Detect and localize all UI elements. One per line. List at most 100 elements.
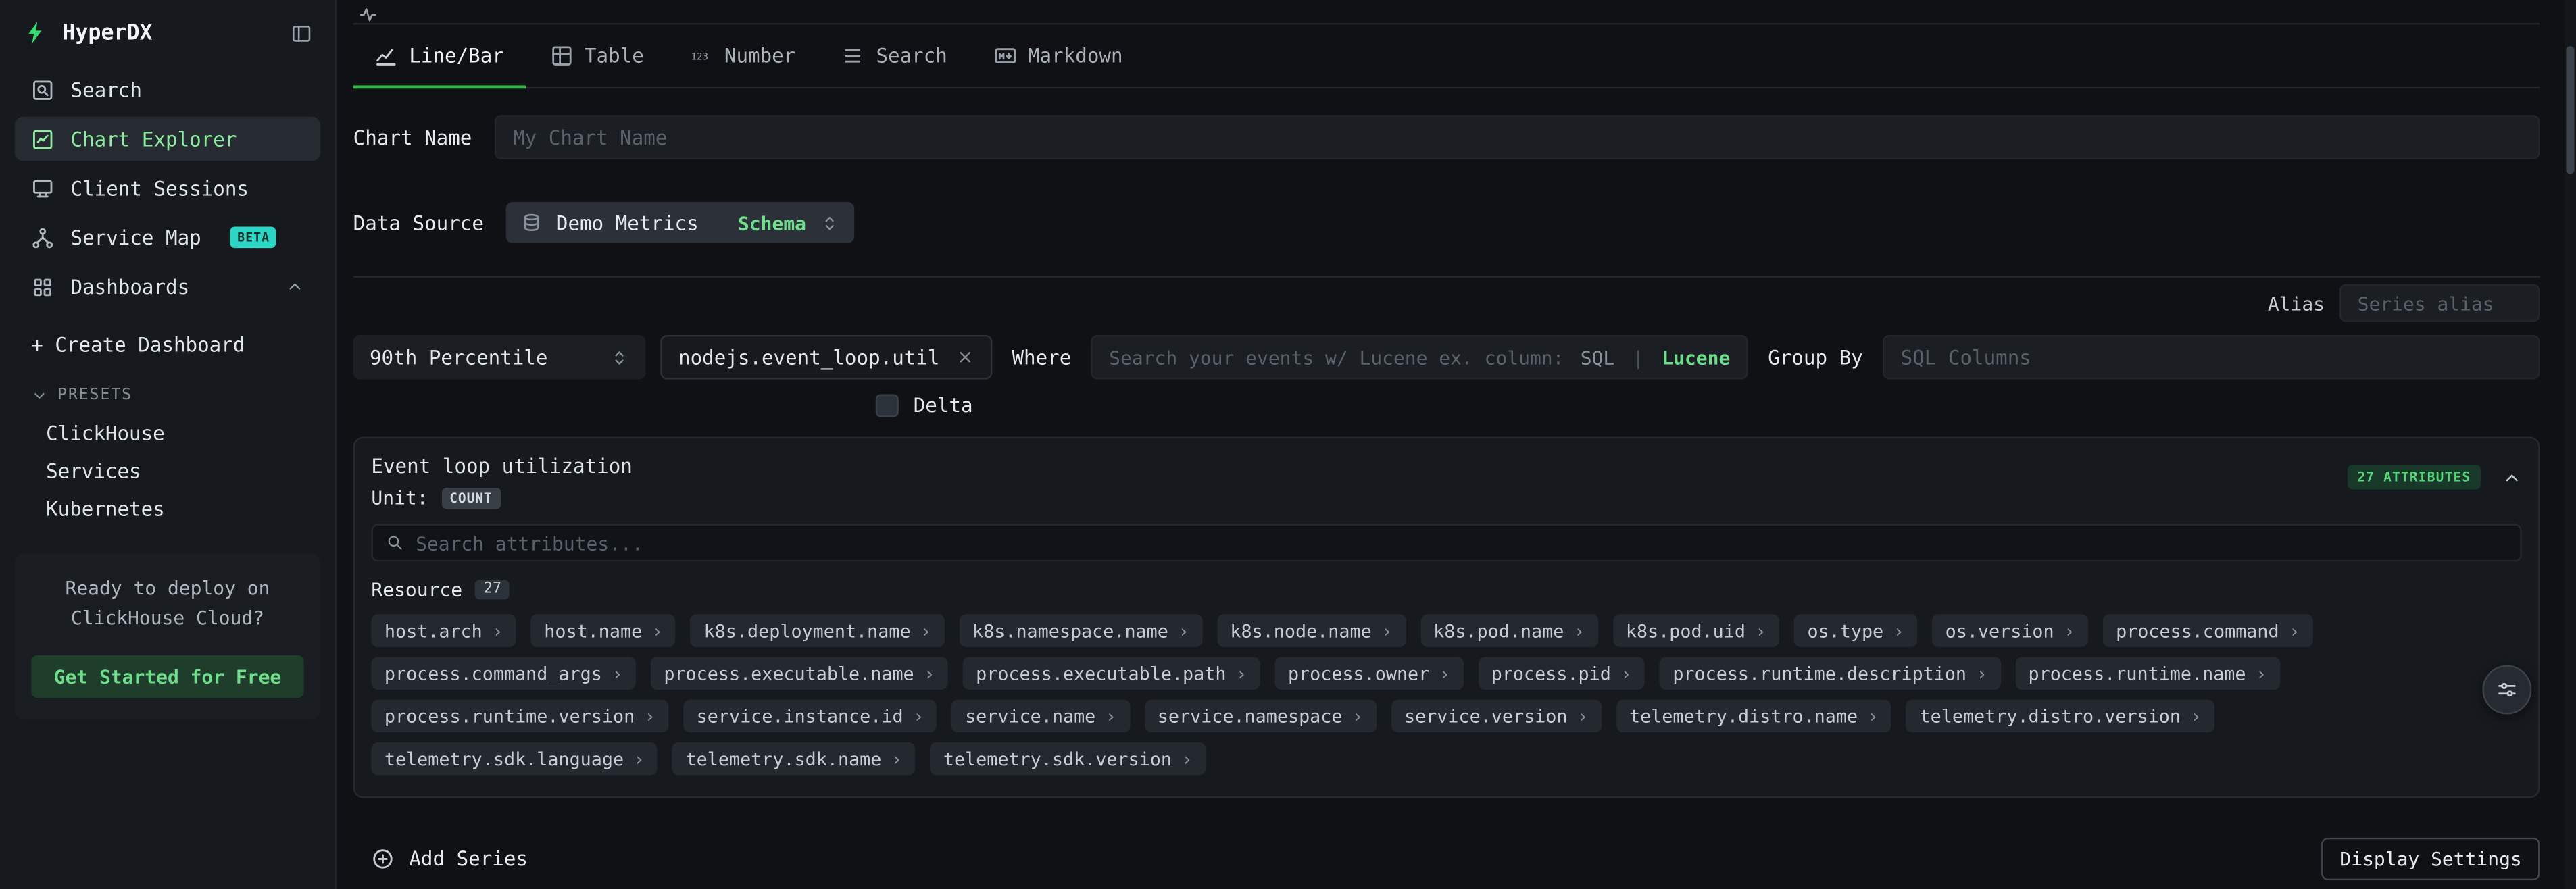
preset-services[interactable]: Services: [0, 452, 335, 490]
chevron-down-icon: [31, 387, 47, 403]
resource-group-row: Resource 27: [371, 578, 2521, 601]
chevron-right-icon: ›: [1574, 620, 1585, 642]
attribute-chip-k8s-deployment-name[interactable]: k8s.deployment.name›: [691, 614, 945, 647]
lucene-option[interactable]: Lucene: [1662, 346, 1730, 369]
attribute-label: process.owner: [1288, 663, 1429, 684]
attribute-chip-host-name[interactable]: host.name›: [531, 614, 676, 647]
tab-label: Number: [724, 45, 795, 68]
sidebar-item-client-sessions[interactable]: Client Sessions: [15, 166, 320, 211]
chart-box-icon: [31, 127, 54, 150]
sidebar-nav: Search Chart Explorer Client SessionsServi…: [0, 68, 335, 309]
attribute-chip-process-command[interactable]: process.command›: [2103, 614, 2313, 647]
sidebar-item-dashboards[interactable]: Dashboards: [15, 264, 320, 309]
chevron-right-icon: ›: [645, 705, 655, 727]
chevron-up-icon: [286, 278, 304, 296]
tab-search[interactable]: Search: [841, 45, 947, 87]
close-icon[interactable]: [956, 348, 974, 366]
attribute-label: k8s.pod.name: [1433, 620, 1564, 642]
attribute-chip-service-instance-id[interactable]: service.instance.id›: [683, 700, 937, 733]
attribute-chip-telemetry-sdk-language[interactable]: telemetry.sdk.language›: [371, 742, 658, 776]
attribute-label: telemetry.distro.name: [1629, 705, 1858, 727]
tab-label: Markdown: [1028, 45, 1123, 68]
filter-toggle-button[interactable]: [2482, 665, 2531, 715]
add-series-button[interactable]: Add Series: [371, 847, 528, 870]
query-language-toggle[interactable]: SQL | Lucene: [1581, 346, 1731, 369]
sliders-icon: [2496, 678, 2519, 701]
sidebar-item-chart-explorer[interactable]: Chart Explorer: [15, 117, 320, 161]
attribute-label: os.version: [1946, 620, 2054, 642]
chart-preview-icon: [358, 5, 378, 24]
attribute-chip-process-runtime-version[interactable]: process.runtime.version›: [371, 700, 668, 733]
schema-link[interactable]: Schema: [738, 211, 806, 234]
attribute-chip-service-name[interactable]: service.name›: [952, 700, 1130, 733]
chevron-right-icon: ›: [1868, 705, 1879, 727]
delta-row: Delta: [876, 394, 2540, 417]
tab-table[interactable]: Table: [550, 45, 644, 87]
metric-chip[interactable]: nodejs.event_loop.util: [660, 335, 992, 380]
attribute-chip-service-namespace[interactable]: service.namespace›: [1144, 700, 1376, 733]
sidebar-item-search[interactable]: Search: [15, 68, 320, 112]
sidebar-collapse-icon[interactable]: [291, 22, 312, 44]
collapse-panel-icon[interactable]: [2502, 467, 2522, 487]
attribute-chip-telemetry-distro-name[interactable]: telemetry.distro.name ›: [1616, 700, 1892, 733]
sidebar-item-label: Chart Explorer: [71, 127, 237, 150]
delta-checkbox[interactable]: [876, 394, 899, 417]
attribute-chip-k8s-node-name[interactable]: k8s.node.name›: [1217, 614, 1406, 647]
attribute-chip-os-version[interactable]: os.version›: [1932, 614, 2088, 647]
create-dashboard-link[interactable]: + Create Dashboard: [0, 313, 335, 366]
attribute-chip-process-executable-name[interactable]: process.executable.name›: [651, 657, 948, 690]
search-icon: [31, 78, 54, 101]
chevron-right-icon: ›: [2289, 620, 2300, 642]
sidebar-item-service-map[interactable]: Service MapBETA: [15, 215, 320, 259]
group-by-input[interactable]: [1883, 335, 2540, 380]
sql-option[interactable]: SQL: [1581, 346, 1615, 369]
chevron-right-icon: ›: [1352, 705, 1363, 727]
aggregation-select[interactable]: 90th Percentile: [353, 335, 646, 380]
attribute-chip-telemetry-distro-version[interactable]: telemetry.distro.version›: [1906, 700, 2214, 733]
chevron-right-icon: ›: [891, 748, 902, 769]
attribute-chip-os-type[interactable]: os.type›: [1794, 614, 1917, 647]
attribute-chip-telemetry-sdk-name[interactable]: telemetry.sdk.name›: [672, 742, 915, 776]
chart-type-tabs: Line/Bar Table 123Number Search Markdown: [353, 24, 2540, 88]
attribute-chip-process-owner[interactable]: process.owner›: [1274, 657, 1463, 690]
chevron-right-icon: ›: [1236, 663, 1247, 684]
get-started-button[interactable]: Get Started for Free: [31, 655, 304, 697]
tab-number[interactable]: 123Number: [690, 45, 795, 87]
scrollbar[interactable]: [2565, 0, 2576, 889]
attribute-chip-process-runtime-description[interactable]: process.runtime.description›: [1660, 657, 2000, 690]
where-placeholder: Search your events w/ Lucene ex. column:…: [1109, 346, 1564, 369]
attribute-chip-process-pid[interactable]: process.pid›: [1478, 657, 1645, 690]
alias-input[interactable]: [2339, 284, 2540, 322]
where-input[interactable]: Search your events w/ Lucene ex. column:…: [1091, 335, 1748, 380]
attribute-chip-process-executable-path[interactable]: process.executable.path›: [963, 657, 1260, 690]
attribute-chip-service-version[interactable]: service.version›: [1391, 700, 1602, 733]
preset-kubernetes[interactable]: Kubernetes: [0, 489, 335, 527]
search-icon: [386, 534, 404, 552]
chart-line-icon: [374, 45, 397, 68]
attributes-panel-header: Event loop utilization Unit: COUNT 27 AT…: [371, 455, 2521, 509]
chart-name-input[interactable]: [495, 115, 2540, 159]
attribute-chip-process-command-args[interactable]: process.command_args›: [371, 657, 636, 690]
attribute-search-box[interactable]: [371, 524, 2521, 562]
tab-line-bar[interactable]: Line/Bar: [374, 45, 504, 87]
attribute-search-input[interactable]: [416, 531, 2507, 554]
tab-markdown[interactable]: Markdown: [993, 45, 1123, 87]
attribute-chip-k8s-pod-name[interactable]: k8s.pod.name ›: [1420, 614, 1598, 647]
chevron-right-icon: ›: [913, 705, 924, 727]
attribute-chip-k8s-pod-uid[interactable]: k8s.pod.uid›: [1612, 614, 1779, 647]
chevron-right-icon: ›: [2256, 663, 2267, 684]
attribute-label: process.runtime.description: [1673, 663, 1966, 684]
display-settings-button[interactable]: Display Settings: [2322, 838, 2540, 880]
data-source-select[interactable]: Demo Metrics Schema: [507, 202, 854, 243]
selector-icon: [819, 213, 839, 232]
scrollbar-thumb[interactable]: [2566, 46, 2574, 174]
chevron-right-icon: ›: [1106, 705, 1116, 727]
attribute-chip-k8s-namespace-name[interactable]: k8s.namespace.name›: [960, 614, 1202, 647]
tab-label: Line/Bar: [409, 45, 504, 68]
attribute-chip-process-runtime-name[interactable]: process.runtime.name›: [2015, 657, 2280, 690]
presets-header[interactable]: PRESETS: [0, 366, 335, 414]
preset-clickhouse[interactable]: ClickHouse: [0, 414, 335, 452]
desktop-icon: [31, 176, 54, 199]
attribute-chip-telemetry-sdk-version[interactable]: telemetry.sdk.version›: [930, 742, 1206, 776]
attribute-chip-host-arch[interactable]: host.arch›: [371, 614, 516, 647]
